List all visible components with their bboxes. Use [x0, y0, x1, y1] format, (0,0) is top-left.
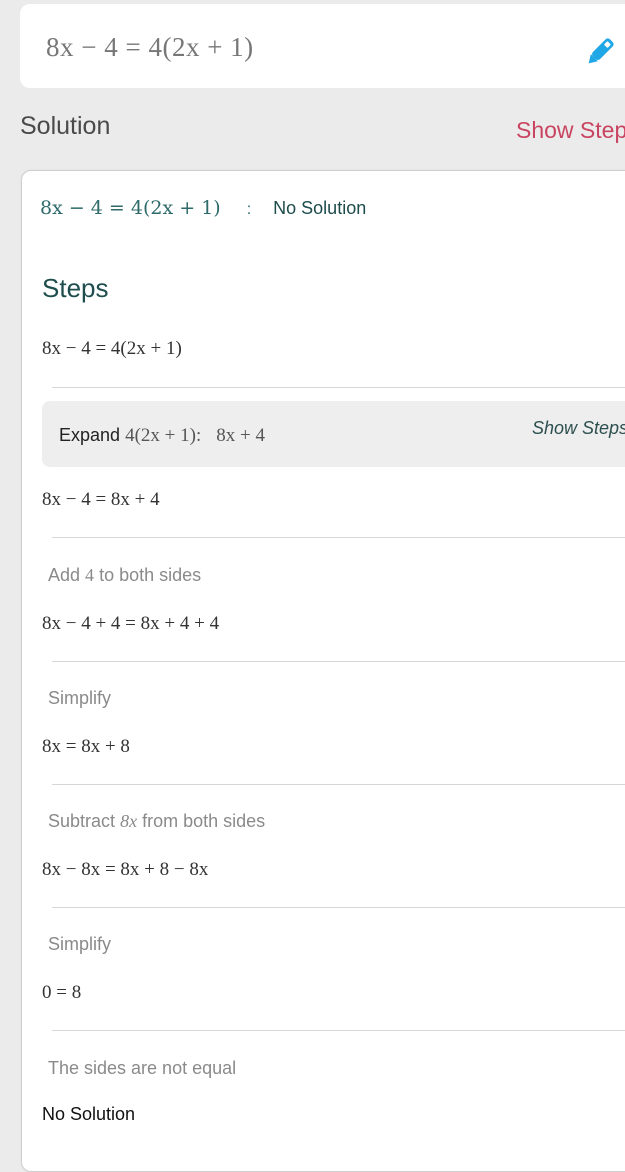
divider [52, 661, 625, 662]
equation-input[interactable]: 8x − 4 = 4(2x + 1) [46, 32, 254, 63]
caption-math: 8x [120, 811, 138, 831]
caption-text: Add [48, 565, 81, 585]
divider [52, 907, 625, 908]
expand-expression: 4(2x + 1): [125, 425, 202, 446]
step-equation: 8x − 8x = 8x + 8 − 8x [42, 859, 209, 880]
caption-text: to both sides [99, 565, 202, 585]
step-equation: 0 = 8 [42, 982, 82, 1003]
caption-text: The sides are not equal [48, 1058, 237, 1078]
divider [52, 387, 625, 388]
solution-heading: Solution [20, 112, 111, 140]
step-caption: Simplify [48, 688, 111, 709]
expand-result: 8x + 4 [216, 425, 265, 446]
caption-math: 4 [85, 565, 95, 585]
expand-label: Expand [59, 425, 121, 445]
divider [52, 784, 625, 785]
solution-answer: No Solution [273, 198, 367, 218]
pencil-icon [588, 38, 614, 64]
divider [52, 1030, 625, 1031]
caption-text: from both sides [142, 811, 266, 831]
solution-summary: 8x − 4 = 4(2x + 1): No Solution [40, 197, 366, 219]
expand-step[interactable]: Expand 4(2x + 1): 8x + 4 Show Steps [42, 401, 625, 467]
step-equation: 8x − 4 = 8x + 4 [42, 489, 160, 510]
caption-text: Subtract [48, 811, 116, 831]
steps-heading: Steps [42, 273, 109, 303]
expand-step-text: Expand 4(2x + 1): 8x + 4 [59, 425, 265, 447]
equation-input-card[interactable]: 8x − 4 = 4(2x + 1) [20, 4, 625, 88]
step-caption: Add 4 to both sides [48, 565, 201, 586]
separator: : [246, 201, 252, 218]
caption-text: Simplify [48, 934, 112, 954]
step-caption: The sides are not equal [48, 1058, 236, 1079]
step-equation: 8x = 8x + 8 [42, 736, 130, 757]
expand-show-steps-link[interactable]: Show Steps [532, 418, 625, 439]
step-caption: Simplify [48, 934, 111, 955]
show-steps-link[interactable]: Show Steps [516, 117, 625, 144]
caption-text: Simplify [48, 688, 112, 708]
solution-equation: 8x − 4 = 4(2x + 1) [40, 197, 221, 219]
step-caption: Subtract 8x from both sides [48, 811, 265, 832]
edit-button[interactable] [582, 34, 618, 70]
step-equation: 8x − 4 + 4 = 8x + 4 + 4 [42, 613, 220, 634]
final-answer: No Solution [42, 1104, 136, 1124]
divider [52, 537, 625, 538]
solution-card: 8x − 4 = 4(2x + 1): No Solution Steps 8x … [21, 170, 625, 1172]
step-equation-initial: 8x − 4 = 4(2x + 1) [42, 338, 182, 359]
